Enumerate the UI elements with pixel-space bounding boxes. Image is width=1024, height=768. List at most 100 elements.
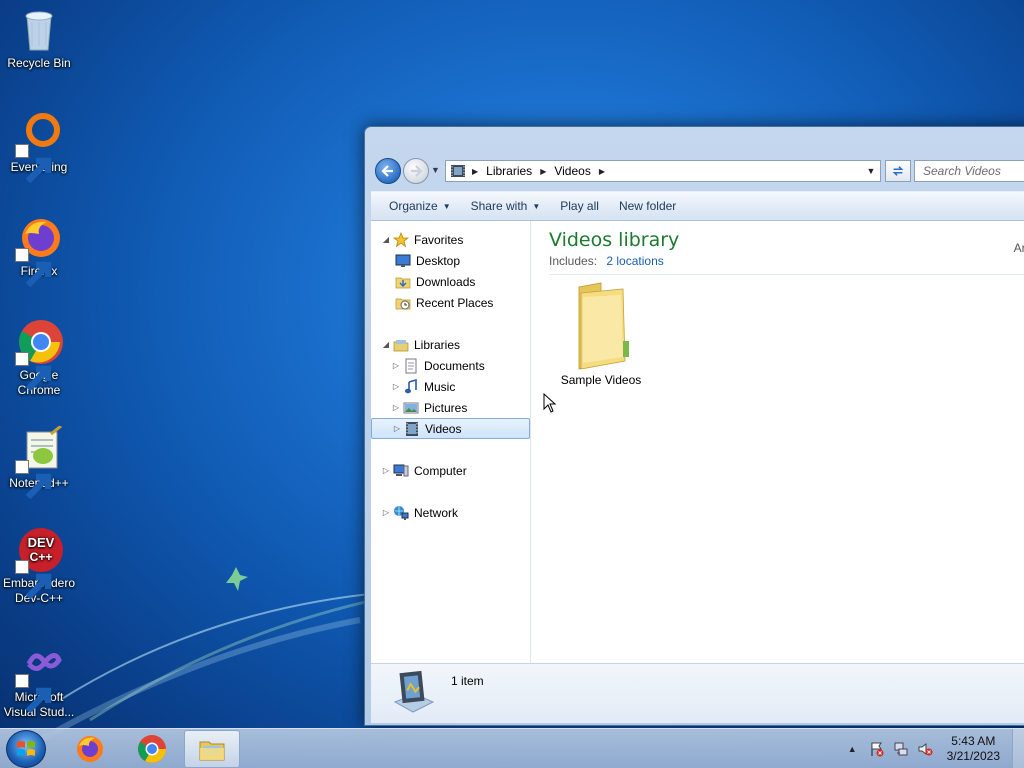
- share-with-button[interactable]: Share with ▼: [461, 194, 551, 218]
- organize-button[interactable]: Organize ▼: [379, 194, 461, 218]
- tree-item-computer[interactable]: ▷ Computer: [371, 460, 530, 481]
- breadcrumb-separator-icon[interactable]: ▶: [540, 167, 546, 176]
- chevron-down-icon: ▼: [532, 201, 541, 211]
- folder-item-sample-videos[interactable]: Sample Videos: [556, 281, 646, 387]
- taskbar: ▲ 5:43 AM 3/21/2023: [0, 728, 1024, 768]
- music-note-icon: [403, 378, 419, 395]
- tree-label: Favorites: [414, 232, 464, 247]
- network-status-icon[interactable]: [893, 741, 909, 757]
- tree-label: Recent Places: [416, 295, 494, 310]
- shortcut-arrow-icon: [15, 144, 52, 184]
- start-button[interactable]: [6, 730, 46, 768]
- breadcrumb-separator-icon[interactable]: ▶: [599, 167, 605, 176]
- videos-icon: [404, 421, 420, 437]
- show-hidden-icons-button[interactable]: ▲: [848, 744, 857, 754]
- clock[interactable]: 5:43 AM 3/21/2023: [947, 734, 1000, 764]
- taskbar-file-explorer[interactable]: [184, 730, 240, 768]
- file-list-pane: Videos library Includes: 2 locations Arr…: [532, 221, 1024, 663]
- navigation-bar: ▼ ▶ Libraries ▶ Videos ▶ ▼ Search Videos: [373, 157, 1024, 187]
- desktop-icon-firefox[interactable]: Firefox: [2, 214, 76, 288]
- expand-arrow-icon[interactable]: ▷: [391, 382, 401, 391]
- tree-label: Downloads: [416, 274, 476, 289]
- forward-button[interactable]: [403, 158, 429, 184]
- tree-label: Desktop: [416, 253, 461, 268]
- tree-item-recent-places[interactable]: Recent Places: [371, 292, 530, 313]
- desktop-icon-google-chrome[interactable]: Google Chrome: [2, 318, 76, 398]
- mouse-pointer-icon: [543, 393, 557, 413]
- new-folder-button[interactable]: New folder: [609, 194, 686, 218]
- taskbar-firefox[interactable]: [62, 730, 118, 768]
- item-name: Sample Videos: [560, 373, 642, 387]
- explorer-window: ▼ ▶ Libraries ▶ Videos ▶ ▼ Search Videos…: [364, 126, 1024, 726]
- collapse-arrow-icon[interactable]: ◢: [381, 235, 391, 244]
- chevron-down-icon: ▼: [442, 201, 451, 211]
- volume-muted-icon[interactable]: [917, 741, 933, 757]
- expand-arrow-icon[interactable]: ▷: [391, 403, 401, 412]
- expand-arrow-icon[interactable]: ▷: [381, 466, 391, 475]
- address-history-dropdown[interactable]: ▼: [862, 161, 880, 181]
- desktop-icon-everything[interactable]: Everything: [2, 110, 76, 184]
- expand-arrow-icon[interactable]: ▷: [392, 424, 402, 433]
- computer-icon: [393, 463, 409, 479]
- tree-item-music[interactable]: ▷ Music: [371, 376, 530, 397]
- tree-label: Network: [414, 505, 459, 520]
- address-bar[interactable]: ▶ Libraries ▶ Videos ▶ ▼: [445, 160, 881, 182]
- everything-icon: [15, 110, 63, 184]
- tree-item-documents[interactable]: ▷ Documents: [371, 355, 530, 376]
- tree-item-downloads[interactable]: Downloads: [371, 271, 530, 292]
- tree-item-pictures[interactable]: ▷ Pictures: [371, 397, 530, 418]
- tree-item-videos[interactable]: ▷ Videos: [371, 418, 530, 439]
- new-folder-label: New folder: [618, 199, 677, 213]
- breadcrumb-videos[interactable]: Videos: [554, 164, 590, 178]
- breadcrumb-libraries[interactable]: Libraries: [486, 164, 532, 178]
- command-bar: Organize ▼ Share with ▼ Play all New fol…: [371, 191, 1024, 221]
- video-library-icon: [451, 165, 465, 177]
- tree-item-network[interactable]: ▷ Network: [371, 502, 530, 523]
- desktop-icon-notepad-plus-plus[interactable]: Notepad++: [2, 424, 76, 500]
- system-tray: ▲ 5:43 AM 3/21/2023: [848, 729, 1024, 768]
- chrome-icon: [15, 318, 63, 392]
- action-center-flag-icon[interactable]: [869, 741, 885, 757]
- desktop-icon-visual-studio[interactable]: Microsoft Visual Stud...: [2, 640, 76, 720]
- shortcut-arrow-icon: [15, 674, 52, 714]
- search-input[interactable]: Search Videos: [914, 160, 1024, 182]
- tree-label: Libraries: [414, 337, 461, 352]
- collapse-arrow-icon[interactable]: ◢: [381, 340, 391, 349]
- file-explorer-icon: [199, 741, 225, 761]
- libraries-icon: [393, 337, 409, 353]
- breadcrumb-separator-icon[interactable]: ▶: [472, 167, 478, 176]
- desktop-icon-recycle-bin[interactable]: Recycle Bin: [2, 6, 76, 71]
- includes-label: Includes:: [549, 254, 598, 268]
- network-icon: [393, 505, 409, 521]
- expand-arrow-icon[interactable]: ▷: [391, 361, 401, 370]
- recycle-bin-icon: [15, 6, 63, 54]
- folder-icon: [578, 282, 629, 370]
- tree-label: Videos: [425, 421, 462, 436]
- expand-arrow-icon[interactable]: ▷: [381, 508, 391, 517]
- taskbar-chrome[interactable]: [124, 730, 180, 768]
- star-icon: [392, 231, 410, 248]
- back-button[interactable]: [375, 158, 401, 184]
- notepad-plus-plus-icon: [15, 424, 63, 500]
- organize-label: Organize: [389, 199, 438, 213]
- details-pane: 1 item: [371, 663, 1024, 723]
- recent-pages-dropdown[interactable]: ▼: [431, 165, 441, 177]
- desktop-icon-dev-cpp[interactable]: DEV C++ Embarcadero Dev-C++: [2, 526, 76, 606]
- desktop-icon: [395, 253, 411, 269]
- arrange-by-dropdown[interactable]: Arran: [1014, 241, 1024, 255]
- video-library-large-icon: [393, 670, 435, 713]
- tree-item-favorites[interactable]: ◢ Favorites: [371, 229, 530, 250]
- library-title: Videos library: [549, 229, 680, 251]
- shortcut-arrow-icon: [15, 560, 52, 600]
- tree-item-desktop[interactable]: Desktop: [371, 250, 530, 271]
- refresh-button[interactable]: [885, 160, 911, 182]
- tree-label: Pictures: [424, 400, 468, 415]
- windows-logo-icon: [17, 741, 35, 756]
- documents-icon: [403, 358, 419, 374]
- locations-link[interactable]: 2 locations: [606, 254, 663, 268]
- firefox-icon: [77, 736, 103, 762]
- show-desktop-button[interactable]: [1012, 729, 1024, 768]
- tree-item-libraries[interactable]: ◢ Libraries: [371, 334, 530, 355]
- share-with-label: Share with: [470, 199, 528, 213]
- play-all-button[interactable]: Play all: [550, 194, 609, 218]
